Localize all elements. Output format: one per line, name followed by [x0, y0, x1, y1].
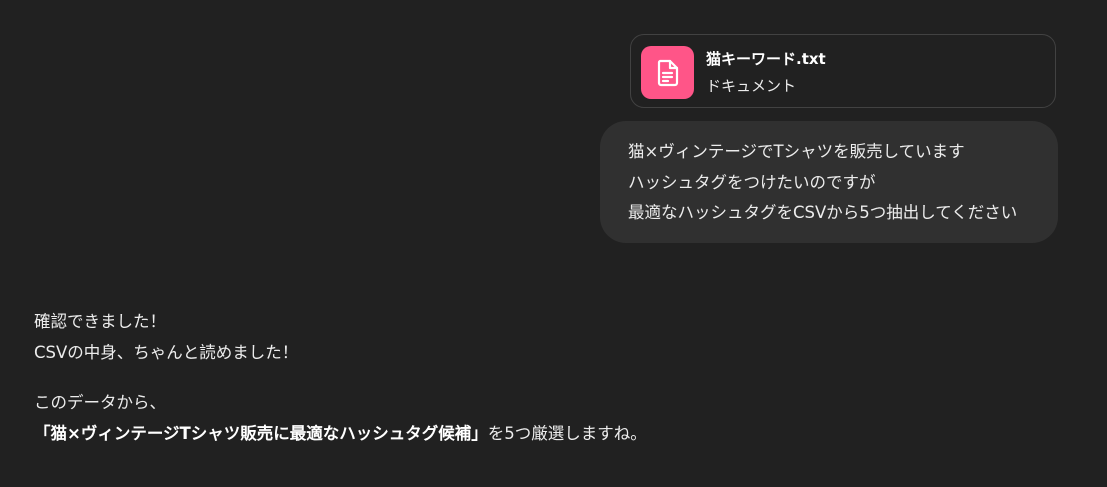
assistant-line: CSVの中身、ちゃんと読めました！	[34, 342, 299, 362]
assistant-line: 確認できました！	[34, 312, 166, 331]
user-message-bubble: 猫×ヴィンテージでTシャツを販売しています ハッシュタグをつけたいのですが 最適…	[600, 121, 1058, 243]
document-icon	[641, 46, 694, 99]
assistant-line: このデータから、	[34, 393, 166, 412]
assistant-line: 「猫×ヴィンテージTシャツ販売に最適なハッシュタグ候補」を5つ厳選しますね。	[34, 419, 1074, 450]
assistant-text: を5つ厳選しますね。	[487, 423, 647, 443]
assistant-message: 確認できました！ CSVの中身、ちゃんと読めました！ このデータから、 「猫×ヴ…	[34, 307, 1074, 449]
file-attachment-card[interactable]: 猫キーワード.txt ドキュメント	[630, 34, 1056, 108]
user-message-line: ハッシュタグをつけたいのですが	[628, 172, 876, 192]
user-message-line: 最適なハッシュタグをCSVから5つ抽出してください	[628, 203, 1018, 222]
file-name: 猫キーワード.txt	[706, 50, 826, 68]
assistant-bold-text: 「猫×ヴィンテージTシャツ販売に最適なハッシュタグ候補」	[34, 423, 488, 443]
assistant-paragraph: 確認できました！ CSVの中身、ちゃんと読めました！	[34, 307, 1074, 368]
assistant-paragraph: このデータから、 「猫×ヴィンテージTシャツ販売に最適なハッシュタグ候補」を5つ…	[34, 388, 1074, 449]
user-message-line: 猫×ヴィンテージでTシャツを販売しています	[628, 142, 965, 161]
file-type: ドキュメント	[706, 77, 797, 95]
